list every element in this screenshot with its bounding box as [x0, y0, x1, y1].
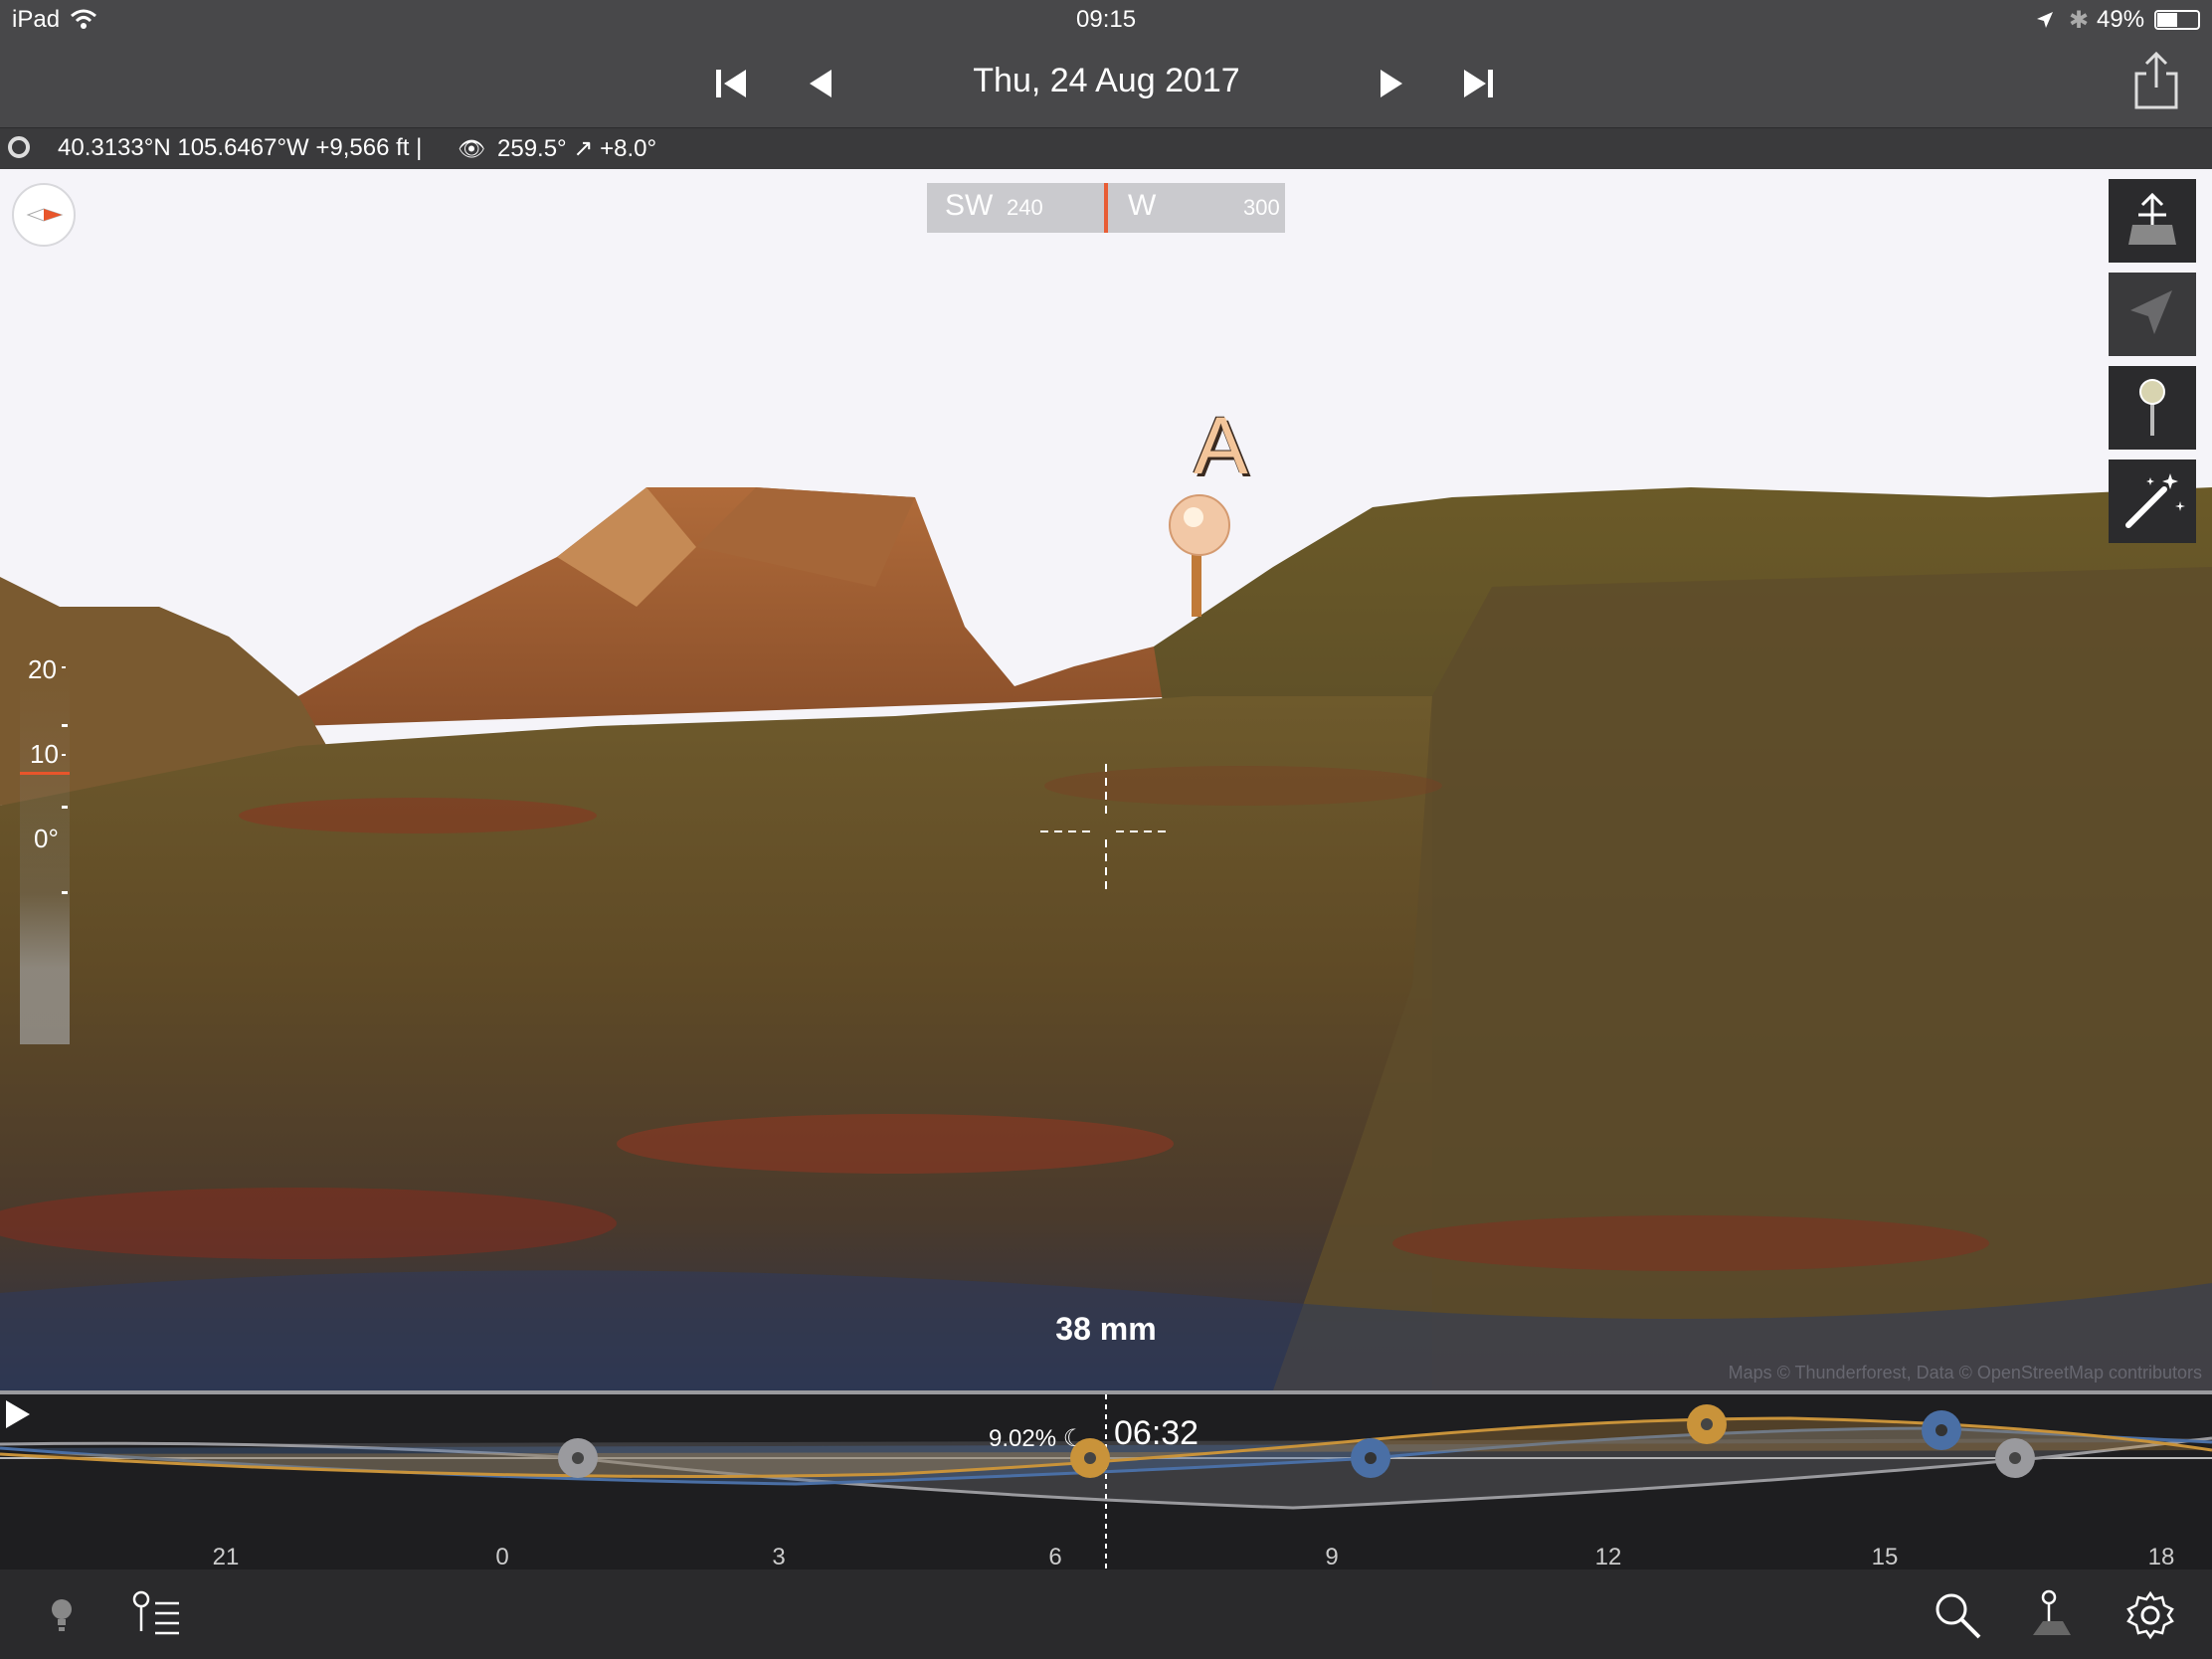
hour-tick: 6	[1048, 1544, 1062, 1570]
hour-tick: 15	[1871, 1544, 1899, 1570]
battery-icon	[2154, 10, 2200, 30]
compass-needle-icon	[26, 208, 64, 222]
scale-label-20: 20	[28, 654, 57, 684]
milkyway-rise-marker	[558, 1438, 598, 1478]
map-attribution: Maps © Thunderforest, Data © OpenStreetM…	[1728, 1363, 2202, 1382]
location-pin-icon[interactable]	[8, 136, 30, 158]
sun-transit-marker	[1687, 1404, 1727, 1444]
view-direction: 259.5° ↗ +8.0°	[497, 135, 657, 162]
scale-label-10: 10	[30, 739, 59, 769]
clock: 09:15	[1076, 6, 1137, 33]
timeline-panel[interactable]: 9.02% ☾ 06:32 21 0 3 6 9 12 15 18	[0, 1390, 2212, 1570]
lightbulb-icon[interactable]	[34, 1587, 90, 1643]
date-label[interactable]: Thu, 24 Aug 2017	[895, 62, 1318, 100]
hour-tick: 3	[772, 1544, 786, 1570]
navigation-arrow-icon	[2130, 290, 2172, 334]
compass-deg-300: 300	[1243, 195, 1280, 220]
heading-indicator	[1104, 183, 1108, 233]
hour-tick: 18	[2147, 1544, 2175, 1570]
battery-percent: 49%	[2097, 6, 2145, 33]
hour-tick: 0	[495, 1544, 509, 1570]
hour-tick: 12	[1594, 1544, 1622, 1570]
location-coordinates: 40.3133°N 105.6467°W +9,566 ft |	[58, 134, 423, 161]
pin-tripod-icon[interactable]	[2023, 1587, 2079, 1643]
bottom-toolbar	[0, 1569, 2212, 1659]
gear-icon[interactable]	[2122, 1587, 2178, 1643]
compass-label-sw: SW	[945, 189, 994, 222]
milkyway-set-marker	[1995, 1438, 2035, 1478]
pin-button[interactable]	[2109, 366, 2196, 450]
altitude-scale: 20 10 0°	[20, 654, 70, 1044]
play-icon[interactable]	[0, 1394, 36, 1434]
compass-button[interactable]	[12, 183, 76, 247]
skip-forward-icon[interactable]	[1454, 62, 1504, 105]
focal-length-label[interactable]: 38 mm	[995, 1311, 1217, 1348]
wifi-icon	[71, 9, 96, 29]
bluetooth-icon: ✱	[2069, 7, 2090, 34]
search-icon[interactable]	[1930, 1587, 1985, 1643]
eye-icon: 👁	[458, 136, 485, 161]
step-back-icon[interactable]	[796, 62, 845, 105]
crosshair-icon	[1040, 764, 1172, 895]
terrain-3d-view[interactable]: A SW 240 W 300 20 10 0° 38 mm Maps © Thu…	[0, 169, 2212, 1390]
magic-wand-icon	[2125, 473, 2185, 528]
device-label: iPad	[12, 6, 61, 33]
navigate-button[interactable]	[2109, 273, 2196, 356]
magic-wand-button[interactable]	[2109, 460, 2196, 543]
marker-label[interactable]: A	[1194, 400, 1248, 493]
compass-label-w: W	[1128, 189, 1157, 222]
map-pin-icon	[2139, 379, 2165, 436]
moonrise-marker	[1351, 1438, 1390, 1478]
hour-tick: 21	[212, 1544, 240, 1570]
upload-map-button[interactable]	[2109, 179, 2196, 263]
scale-label-0: 0°	[34, 824, 59, 853]
scale-current-level	[20, 772, 70, 775]
hour-tick: 9	[1325, 1544, 1339, 1570]
location-arrow-icon	[2037, 12, 2053, 28]
moon-illumination: 9.02% ☾	[989, 1425, 1085, 1452]
pin-list-icon[interactable]	[129, 1587, 185, 1643]
date-navigation-bar: Thu, 24 Aug 2017	[0, 40, 2212, 127]
compass-deg-240: 240	[1007, 195, 1043, 220]
share-icon[interactable]	[2130, 50, 2182, 111]
moon-transit-marker	[1922, 1410, 1961, 1450]
status-bar: iPad 09:15 ✱ 49%	[0, 0, 2212, 40]
upload-map-icon	[2128, 192, 2176, 245]
scale-track	[20, 666, 70, 1044]
compass-heading-strip[interactable]: SW 240 W 300	[927, 183, 1285, 233]
current-time-label[interactable]: 06:32	[1114, 1414, 1198, 1453]
skip-back-icon[interactable]	[706, 62, 756, 105]
location-info-bar: 40.3133°N 105.6467°W +9,566 ft | 👁 259.5…	[0, 127, 2212, 170]
step-forward-icon[interactable]	[1367, 62, 1416, 105]
